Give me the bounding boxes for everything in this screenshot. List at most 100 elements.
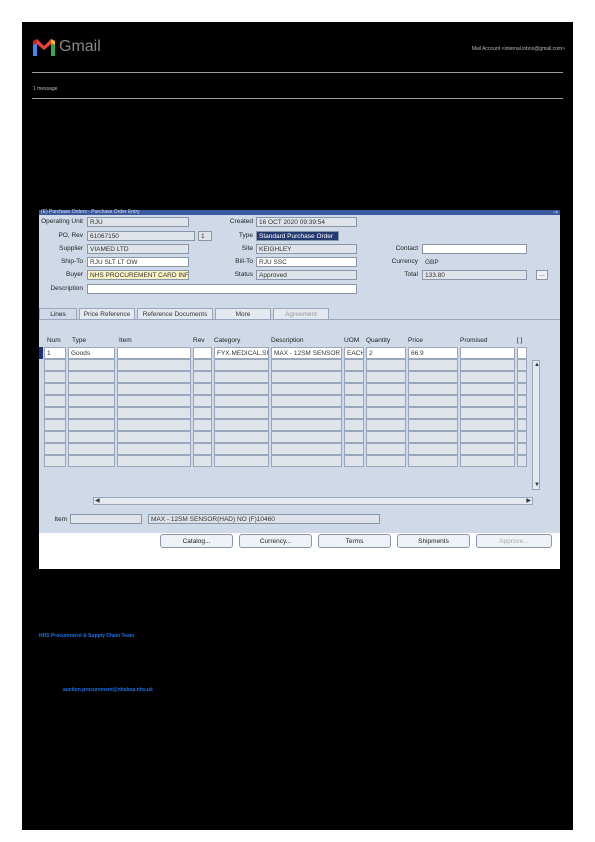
- grid-empty-cell[interactable]: [214, 395, 269, 407]
- grid-cell[interactable]: EACH: [344, 347, 364, 359]
- grid-empty-cell[interactable]: [344, 419, 364, 431]
- grid-empty-cell[interactable]: [408, 455, 458, 467]
- grid-empty-cell[interactable]: [117, 383, 191, 395]
- grid-empty-cell[interactable]: [366, 443, 406, 455]
- grid-empty-cell[interactable]: [517, 419, 527, 431]
- grid-empty-cell[interactable]: [517, 395, 527, 407]
- grid-empty-cell[interactable]: [366, 371, 406, 383]
- row-selector[interactable]: [39, 443, 43, 455]
- row-selector[interactable]: [39, 383, 43, 395]
- window-controls-icon[interactable]: ▫×: [553, 210, 558, 216]
- grid-empty-cell[interactable]: [517, 407, 527, 419]
- grid-empty-cell[interactable]: [214, 443, 269, 455]
- grid-empty-cell[interactable]: [117, 371, 191, 383]
- row-selector[interactable]: [39, 455, 43, 467]
- supplier-field[interactable]: VIAMED LTD: [87, 244, 189, 254]
- grid-empty-cell[interactable]: [44, 395, 66, 407]
- type-field[interactable]: Standard Purchase Order: [256, 231, 339, 241]
- scroll-right-icon[interactable]: ▶: [526, 498, 531, 504]
- status-field[interactable]: Approved: [256, 270, 357, 280]
- grid-empty-cell[interactable]: [460, 443, 515, 455]
- scroll-left-icon[interactable]: ◀: [95, 498, 100, 504]
- total-field[interactable]: 133.80: [422, 270, 527, 280]
- grid-empty-cell[interactable]: [271, 359, 342, 371]
- grid-empty-cell[interactable]: [193, 443, 212, 455]
- grid-cell[interactable]: 1: [44, 347, 66, 359]
- total-details-button[interactable]: …: [536, 270, 548, 280]
- grid-empty-cell[interactable]: [271, 395, 342, 407]
- grid-cell[interactable]: [517, 347, 527, 359]
- approve-button[interactable]: Approve...: [476, 534, 552, 548]
- grid-cell[interactable]: Goods: [68, 347, 115, 359]
- grid-cell[interactable]: 2: [366, 347, 406, 359]
- terms-button[interactable]: Terms: [318, 534, 391, 548]
- grid-empty-cell[interactable]: [366, 431, 406, 443]
- grid-empty-cell[interactable]: [460, 383, 515, 395]
- contact-email-link[interactable]: auction.procurement@nhsbsp.nhs.uk: [63, 687, 153, 693]
- grid-empty-cell[interactable]: [344, 371, 364, 383]
- grid-empty-cell[interactable]: [460, 455, 515, 467]
- grid-cell[interactable]: 66.9: [408, 347, 458, 359]
- grid-empty-cell[interactable]: [117, 443, 191, 455]
- vertical-scrollbar[interactable]: ▲ ▼: [532, 360, 540, 490]
- grid-empty-cell[interactable]: [408, 419, 458, 431]
- grid-empty-cell[interactable]: [344, 395, 364, 407]
- grid-empty-cell[interactable]: [344, 443, 364, 455]
- grid-empty-cell[interactable]: [408, 443, 458, 455]
- row-selector[interactable]: [39, 419, 43, 431]
- grid-empty-cell[interactable]: [193, 359, 212, 371]
- grid-empty-cell[interactable]: [68, 407, 115, 419]
- grid-empty-cell[interactable]: [344, 407, 364, 419]
- grid-empty-cell[interactable]: [366, 395, 406, 407]
- grid-empty-cell[interactable]: [460, 431, 515, 443]
- grid-empty-cell[interactable]: [517, 431, 527, 443]
- created-field[interactable]: 16 OCT 2020 09:39:54: [256, 217, 357, 227]
- grid-cell[interactable]: FYX.MEDICAL.SU: [214, 347, 269, 359]
- grid-empty-cell[interactable]: [68, 455, 115, 467]
- row-selector[interactable]: [39, 431, 43, 443]
- grid-empty-cell[interactable]: [517, 383, 527, 395]
- scroll-up-icon[interactable]: ▲: [534, 362, 540, 368]
- grid-empty-cell[interactable]: [517, 359, 527, 371]
- row-selector[interactable]: [39, 359, 43, 371]
- grid-empty-cell[interactable]: [117, 431, 191, 443]
- grid-empty-cell[interactable]: [517, 371, 527, 383]
- grid-empty-cell[interactable]: [193, 455, 212, 467]
- grid-empty-cell[interactable]: [214, 431, 269, 443]
- grid-empty-cell[interactable]: [68, 419, 115, 431]
- grid-empty-cell[interactable]: [214, 455, 269, 467]
- grid-empty-cell[interactable]: [68, 359, 115, 371]
- grid-empty-cell[interactable]: [44, 359, 66, 371]
- grid-empty-cell[interactable]: [271, 455, 342, 467]
- currency-field[interactable]: GBP: [422, 257, 527, 267]
- grid-empty-cell[interactable]: [44, 443, 66, 455]
- grid-empty-cell[interactable]: [344, 431, 364, 443]
- grid-empty-cell[interactable]: [460, 371, 515, 383]
- shipments-button[interactable]: Shipments: [397, 534, 470, 548]
- grid-empty-cell[interactable]: [117, 395, 191, 407]
- grid-empty-cell[interactable]: [271, 371, 342, 383]
- grid-empty-cell[interactable]: [193, 383, 212, 395]
- grid-empty-cell[interactable]: [117, 407, 191, 419]
- grid-empty-cell[interactable]: [68, 443, 115, 455]
- row-selector[interactable]: [39, 407, 43, 419]
- bill-to-field[interactable]: RJU SSC: [256, 257, 357, 267]
- grid-empty-cell[interactable]: [344, 455, 364, 467]
- grid-empty-cell[interactable]: [366, 383, 406, 395]
- catalog-button[interactable]: Catalog...: [160, 534, 233, 548]
- grid-empty-cell[interactable]: [408, 395, 458, 407]
- grid-empty-cell[interactable]: [271, 383, 342, 395]
- grid-empty-cell[interactable]: [460, 407, 515, 419]
- grid-empty-cell[interactable]: [408, 359, 458, 371]
- grid-empty-cell[interactable]: [408, 371, 458, 383]
- buyer-field[interactable]: NHS PROCUREMENT CARD INFO: [87, 270, 189, 280]
- scroll-down-icon[interactable]: ▼: [534, 482, 540, 488]
- grid-empty-cell[interactable]: [68, 371, 115, 383]
- po-number-field[interactable]: 61067150: [87, 231, 195, 241]
- grid-empty-cell[interactable]: [214, 407, 269, 419]
- grid-empty-cell[interactable]: [366, 407, 406, 419]
- grid-empty-cell[interactable]: [271, 407, 342, 419]
- grid-empty-cell[interactable]: [68, 383, 115, 395]
- grid-empty-cell[interactable]: [193, 431, 212, 443]
- ship-to-field[interactable]: RJU SLT LT OW: [87, 257, 189, 267]
